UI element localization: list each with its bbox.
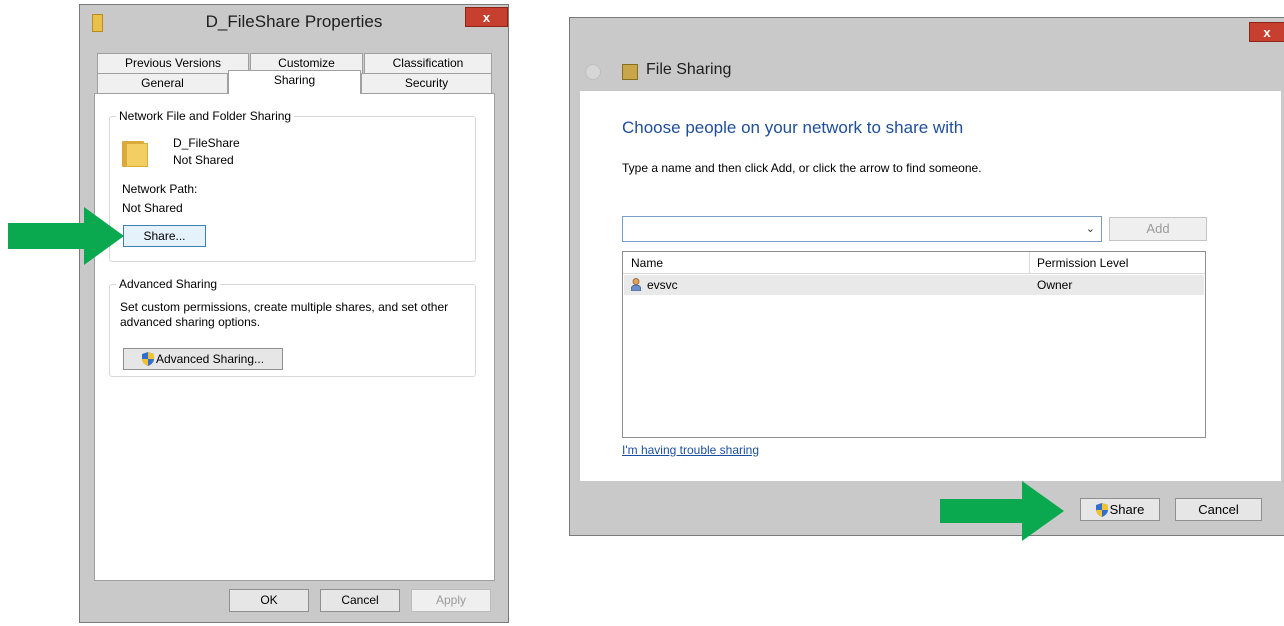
close-button[interactable]: x [465,7,508,27]
column-header-name[interactable]: Name [631,256,663,270]
network-sharing-group: Network File and Folder Sharing D_FileSh… [109,109,476,262]
cancel-button[interactable]: Cancel [1175,498,1262,521]
group-title: Advanced Sharing [116,277,221,291]
share-button[interactable]: Share... [123,225,206,247]
row-user-name: evsvc [647,278,678,292]
advanced-sharing-label: Advanced Sharing... [155,352,265,366]
instruction-text: Type a name and then click Add, or click… [622,161,982,175]
file-sharing-icon [622,64,638,80]
advanced-description-line1: Set custom permissions, create multiple … [120,300,449,314]
list-header: Name Permission Level [623,252,1205,274]
folder-name: D_FileShare [173,136,240,150]
table-row[interactable]: evsvc Owner [624,275,1204,295]
page-heading: Choose people on your network to share w… [622,118,964,137]
tab-previous-versions[interactable]: Previous Versions [97,53,249,74]
file-sharing-dialog: x File Sharing Choose people on your net… [569,17,1284,536]
advanced-sharing-group: Advanced Sharing Set custom permissions,… [109,277,476,377]
column-header-permission[interactable]: Permission Level [1037,256,1128,270]
tab-general[interactable]: General [97,73,228,94]
people-list: Name Permission Level evsvc Owner [622,251,1206,438]
name-combobox[interactable]: ⌄ [622,216,1102,242]
add-button[interactable]: Add [1109,217,1207,241]
close-button[interactable]: x [1249,22,1284,42]
tab-classification[interactable]: Classification [364,53,492,74]
arrow-right-icon [8,207,124,265]
tab-sharing[interactable]: Sharing [228,70,361,94]
chevron-down-icon[interactable]: ⌄ [1086,222,1095,235]
folder-status: Not Shared [173,153,234,167]
sharing-tab-panel: Network File and Folder Sharing D_FileSh… [94,93,495,581]
ok-button[interactable]: OK [229,589,309,612]
advanced-sharing-button[interactable]: Advanced Sharing... [123,348,283,370]
trouble-sharing-link[interactable]: I'm having trouble sharing [622,443,759,457]
row-permission-level[interactable]: Owner [1037,278,1072,292]
apply-button[interactable]: Apply [411,589,491,612]
shield-icon [1095,503,1108,517]
cancel-button[interactable]: Cancel [320,589,400,612]
column-divider[interactable] [1029,252,1030,274]
dialog-title: File Sharing [646,61,732,78]
tab-security[interactable]: Security [361,73,492,94]
share-button-label: Share [1109,502,1145,517]
network-path-value: Not Shared [122,201,183,215]
content-area: Choose people on your network to share w… [580,91,1281,481]
title-bar: D_FileShare Properties x [80,5,508,39]
dialog-title: D_FileShare Properties [205,12,383,31]
shield-icon [141,352,154,366]
network-path-label: Network Path: [122,182,198,196]
arrow-right-icon [940,481,1064,541]
share-button[interactable]: Share [1080,498,1160,521]
properties-dialog: D_FileShare Properties x Previous Versio… [79,4,509,623]
group-title: Network File and Folder Sharing [116,109,295,123]
advanced-description-line2: advanced sharing options. [120,315,261,329]
user-icon [631,278,641,291]
folder-icon [122,137,150,167]
back-arrow-icon[interactable] [585,64,601,80]
